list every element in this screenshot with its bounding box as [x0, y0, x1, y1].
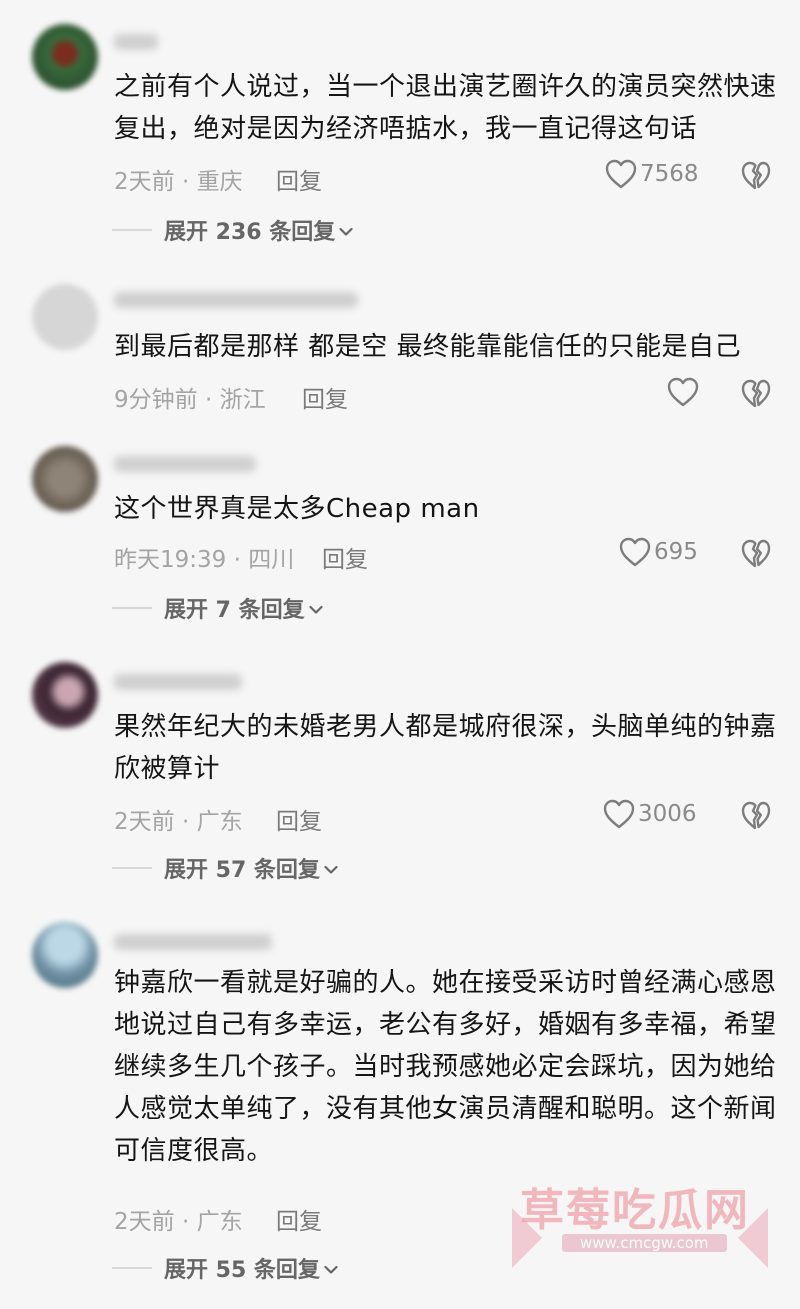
- meta-separator: ·: [233, 547, 241, 573]
- comment-meta: 昨天19:39 · 四川: [114, 540, 294, 574]
- avatar[interactable]: [32, 24, 98, 90]
- dislike-button[interactable]: [740, 800, 772, 832]
- expand-replies-label: 展开 236 条回复: [164, 220, 336, 245]
- username[interactable]: [114, 34, 158, 50]
- meta-separator: ·: [204, 387, 213, 413]
- comment-time: 2天前: [114, 809, 175, 835]
- comment-text: 到最后都是那样 都是空 最终能靠能信任的只能是自己: [114, 332, 742, 362]
- like-count: 695: [654, 539, 698, 565]
- like-count: 3006: [638, 801, 697, 827]
- username[interactable]: [114, 674, 242, 690]
- reply-button[interactable]: 回复: [302, 380, 348, 414]
- comment-meta: 2天前 · 广东: [114, 802, 243, 836]
- comment-text: 钟嘉欣一看就是好骗的人。她在接受采访时曾经满心感恩地说过自己有多幸运，老公有多好…: [114, 968, 777, 1166]
- like-button[interactable]: [666, 376, 700, 408]
- like-button[interactable]: 3006: [602, 798, 697, 830]
- expand-replies-label: 展开 55 条回复: [164, 1258, 320, 1283]
- expand-replies[interactable]: 展开 57 条回复: [112, 852, 338, 884]
- expand-replies[interactable]: 展开 236 条回复: [112, 214, 353, 246]
- comment-text: 果然年纪大的未婚老男人都是城府很深，头脑单纯的钟嘉欣被算计: [114, 712, 777, 784]
- comment-meta: 9分钟前 · 浙江: [114, 380, 266, 414]
- username[interactable]: [114, 456, 256, 472]
- avatar[interactable]: [32, 284, 98, 350]
- comment-location: 广东: [196, 1209, 243, 1235]
- comment-time: 2天前: [114, 1209, 175, 1235]
- comment-location: 广东: [196, 809, 243, 835]
- comment-time: 昨天19:39: [114, 547, 227, 573]
- comment-meta: 2天前 · 广东: [114, 1202, 243, 1236]
- comment-meta: 2天前 · 重庆: [114, 162, 243, 196]
- avatar[interactable]: [32, 922, 98, 988]
- heart-outline-icon: [604, 158, 638, 190]
- divider: [112, 607, 152, 609]
- broken-heart-icon: [740, 378, 772, 410]
- chevron-down-icon: [339, 218, 353, 243]
- broken-heart-icon: [740, 160, 772, 192]
- dislike-button[interactable]: [740, 160, 772, 192]
- reply-button[interactable]: 回复: [322, 540, 368, 574]
- watermark: 草莓吃瓜网 www.cmcgw.com: [512, 1162, 768, 1272]
- avatar[interactable]: [32, 446, 98, 512]
- chevron-down-icon: [309, 596, 323, 621]
- comment-location: 重庆: [196, 169, 243, 195]
- divider: [112, 1267, 152, 1269]
- reply-button[interactable]: 回复: [276, 162, 322, 196]
- heart-outline-icon: [618, 536, 652, 568]
- like-button[interactable]: 7568: [604, 158, 699, 190]
- watermark-right-chevron-icon: [738, 1208, 768, 1268]
- comment-location: 四川: [248, 547, 295, 573]
- avatar[interactable]: [32, 662, 98, 728]
- watermark-title: 草莓吃瓜网: [520, 1185, 750, 1236]
- comment-time: 9分钟前: [114, 387, 198, 413]
- heart-outline-icon: [666, 376, 700, 408]
- chevron-down-icon: [324, 1256, 338, 1281]
- meta-separator: ·: [181, 809, 190, 835]
- chevron-down-icon: [324, 856, 338, 881]
- meta-separator: ·: [181, 169, 190, 195]
- expand-replies[interactable]: 展开 7 条回复: [112, 592, 323, 624]
- username[interactable]: [114, 934, 272, 950]
- heart-outline-icon: [602, 798, 636, 830]
- comment-time: 2天前: [114, 169, 175, 195]
- broken-heart-icon: [740, 538, 772, 570]
- username[interactable]: [114, 292, 358, 308]
- meta-separator: ·: [181, 1209, 190, 1235]
- like-count: 7568: [640, 161, 699, 187]
- dislike-button[interactable]: [740, 538, 772, 570]
- comment-text: 之前有个人说过，当一个退出演艺圈许久的演员突然快速复出，绝对是因为经济唔掂水，我…: [114, 72, 777, 144]
- dislike-button[interactable]: [740, 378, 772, 410]
- divider: [112, 229, 152, 231]
- reply-button[interactable]: 回复: [276, 1202, 322, 1236]
- like-button[interactable]: 695: [618, 536, 698, 568]
- divider: [112, 867, 152, 869]
- broken-heart-icon: [740, 800, 772, 832]
- expand-replies-label: 展开 7 条回复: [164, 598, 305, 623]
- expand-replies-label: 展开 57 条回复: [164, 858, 320, 883]
- comment-location: 浙江: [219, 387, 266, 413]
- watermark-url: www.cmcgw.com: [562, 1234, 727, 1252]
- comment-text: 这个世界真是太多Cheap man: [114, 494, 480, 524]
- reply-button[interactable]: 回复: [276, 802, 322, 836]
- expand-replies[interactable]: 展开 55 条回复: [112, 1252, 338, 1284]
